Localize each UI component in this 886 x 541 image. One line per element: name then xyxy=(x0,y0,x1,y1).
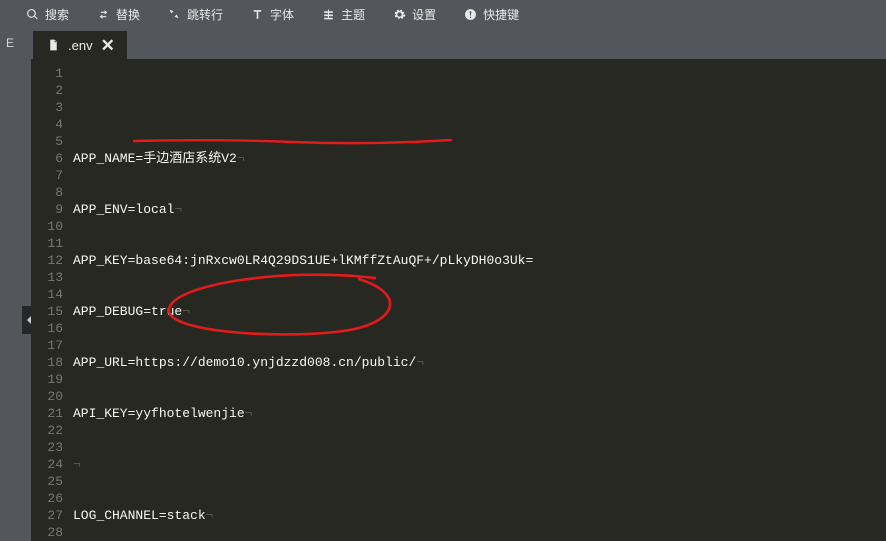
editor-area: .env ✕ 1 2 3 4 5 6 7 8 9 10 11 12 13 14 … xyxy=(31,28,886,541)
toolbar: 搜索 替换 跳转行 字体 主题 设置 快捷键 xyxy=(0,0,886,28)
file-icon xyxy=(47,38,60,52)
code-text: API_KEY=yyfhotelwenjie xyxy=(73,406,245,421)
code-text: APP_KEY=base64:jnRxcw0LR4Q29DS1UE+lKMffZ… xyxy=(73,253,533,268)
lineno: 25 xyxy=(31,473,63,490)
toolbar-font-label: 字体 xyxy=(270,6,294,23)
toolbar-search-label: 搜索 xyxy=(45,6,69,23)
lineno: 5 xyxy=(31,133,63,150)
toolbar-replace-button[interactable]: 替换 xyxy=(83,0,154,28)
toolbar-shortcuts-label: 快捷键 xyxy=(483,6,519,23)
tabs: .env ✕ xyxy=(31,28,886,59)
lineno: 2 xyxy=(31,82,63,99)
lineno: 13 xyxy=(31,269,63,286)
lineno: 18 xyxy=(31,354,63,371)
lineno: 28 xyxy=(31,524,63,541)
font-icon xyxy=(251,8,264,21)
sidebar-item-file[interactable]: E xyxy=(0,28,31,58)
lineno: 3 xyxy=(31,99,63,116)
lineno: 20 xyxy=(31,388,63,405)
sidebar: E xyxy=(0,28,31,541)
gotoline-icon xyxy=(168,8,181,21)
gear-icon xyxy=(393,8,406,21)
lineno: 10 xyxy=(31,218,63,235)
lineno: 1 xyxy=(31,65,63,82)
lineno: 6 xyxy=(31,150,63,167)
theme-icon xyxy=(322,8,335,21)
lineno: 27 xyxy=(31,507,63,524)
code-text: APP_NAME=手边酒店系统V2 xyxy=(73,151,237,166)
code-text: LOG_CHANNEL=stack xyxy=(73,508,206,523)
lineno: 22 xyxy=(31,422,63,439)
replace-icon xyxy=(97,8,110,21)
lineno: 4 xyxy=(31,116,63,133)
lineno: 15 xyxy=(31,303,63,320)
code-editor[interactable]: 1 2 3 4 5 6 7 8 9 10 11 12 13 14 15 16 1… xyxy=(31,59,886,541)
newline-icon: ¬ xyxy=(416,355,424,370)
toolbar-font-button[interactable]: 字体 xyxy=(237,0,308,28)
lineno: 21 xyxy=(31,405,63,422)
toolbar-gotoline-label: 跳转行 xyxy=(187,6,223,23)
code-text: APP_URL=https://demo10.ynjdzzd008.cn/pub… xyxy=(73,355,416,370)
newline-icon: ¬ xyxy=(174,202,182,217)
lineno: 14 xyxy=(31,286,63,303)
lineno: 9 xyxy=(31,201,63,218)
lineno: 19 xyxy=(31,371,63,388)
lineno: 26 xyxy=(31,490,63,507)
newline-icon: ¬ xyxy=(73,457,81,472)
search-icon xyxy=(26,8,39,21)
lineno: 17 xyxy=(31,337,63,354)
toolbar-shortcuts-button[interactable]: 快捷键 xyxy=(450,0,533,28)
newline-icon: ¬ xyxy=(245,406,253,421)
lineno: 7 xyxy=(31,167,63,184)
newline-icon: ¬ xyxy=(206,508,214,523)
lineno: 12 xyxy=(31,252,63,269)
toolbar-theme-button[interactable]: 主题 xyxy=(308,0,379,28)
lineno: 24 xyxy=(31,456,63,473)
tab-filename: .env xyxy=(68,38,93,53)
code[interactable]: APP_NAME=手边酒店系统V2¬ APP_ENV=local¬ APP_KE… xyxy=(73,59,886,541)
toolbar-replace-label: 替换 xyxy=(116,6,140,23)
tab-close-button[interactable]: ✕ xyxy=(101,37,115,54)
code-text: APP_DEBUG=true xyxy=(73,304,182,319)
tab-env[interactable]: .env ✕ xyxy=(33,31,127,59)
code-text: APP_ENV=local xyxy=(73,202,174,217)
lineno: 23 xyxy=(31,439,63,456)
toolbar-theme-label: 主题 xyxy=(341,6,365,23)
newline-icon: ¬ xyxy=(237,151,245,166)
toolbar-settings-label: 设置 xyxy=(412,6,436,23)
gutter: 1 2 3 4 5 6 7 8 9 10 11 12 13 14 15 16 1… xyxy=(31,59,73,541)
lineno: 11 xyxy=(31,235,63,252)
shortcuts-icon xyxy=(464,8,477,21)
newline-icon: ¬ xyxy=(182,304,190,319)
toolbar-search-button[interactable]: 搜索 xyxy=(12,0,83,28)
toolbar-settings-button[interactable]: 设置 xyxy=(379,0,450,28)
main-area: E .env ✕ 1 2 3 4 5 6 7 8 9 10 xyxy=(0,28,886,541)
lineno: 16 xyxy=(31,320,63,337)
toolbar-gotoline-button[interactable]: 跳转行 xyxy=(154,0,237,28)
lineno: 8 xyxy=(31,184,63,201)
